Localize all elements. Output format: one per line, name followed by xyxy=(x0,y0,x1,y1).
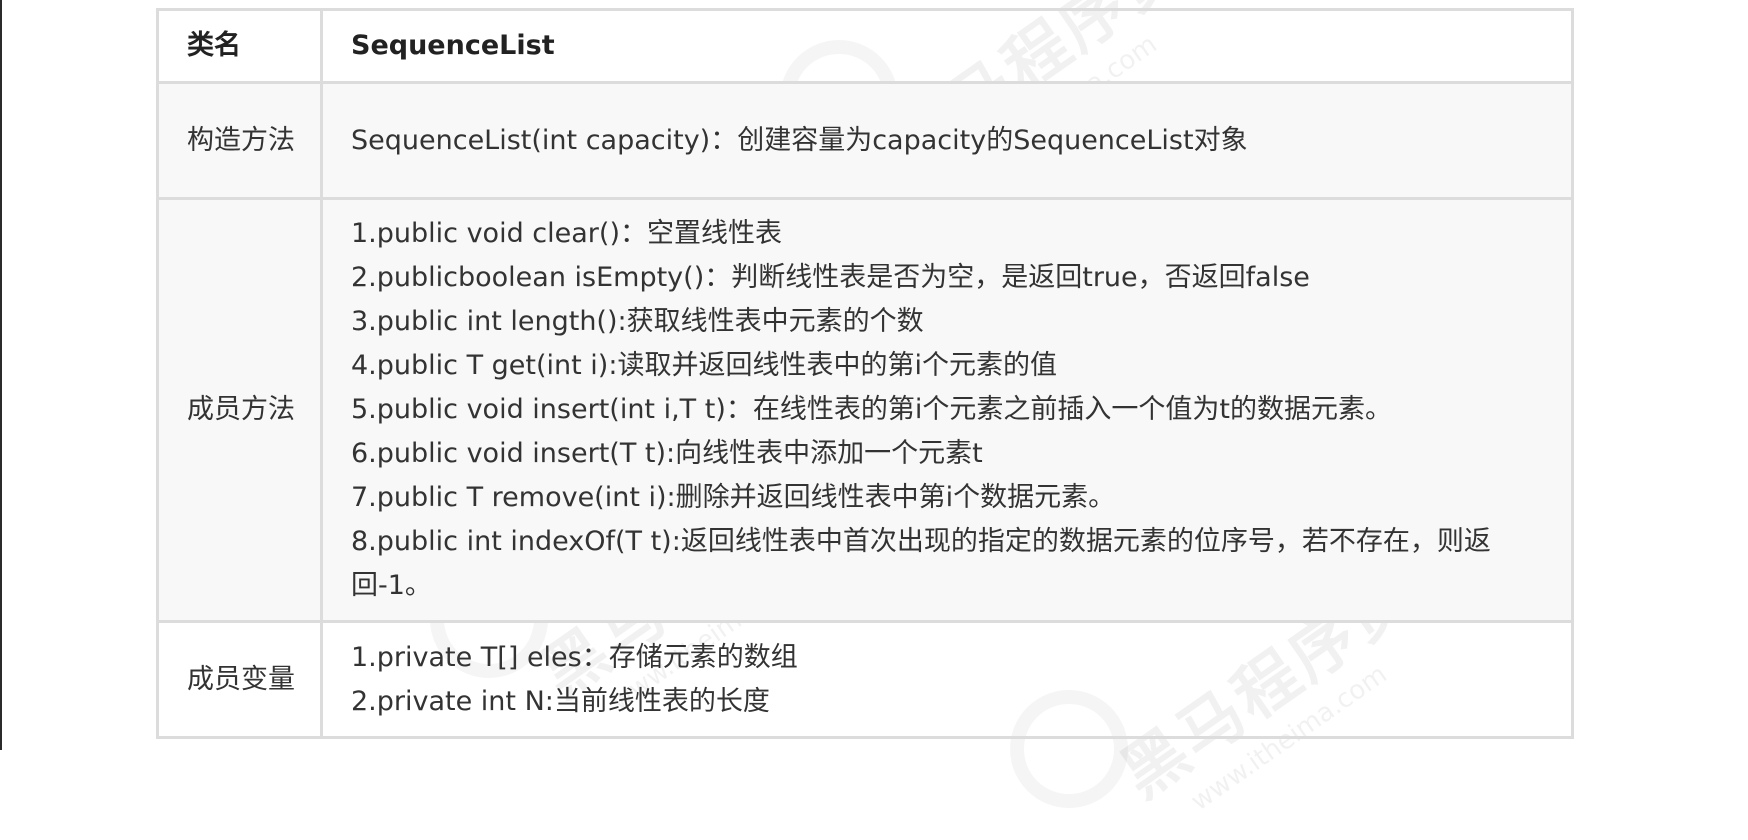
method-line: 7.public T remove(int i):删除并返回线性表中第i个数据元… xyxy=(351,482,1116,513)
method-line: 2.publicboolean isEmpty()：判断线性表是否为空，是返回t… xyxy=(351,262,1310,293)
class-name-value: SequenceList xyxy=(320,8,1574,84)
table-row-methods: 成员方法 1.public void clear()：空置线性表 2.publi… xyxy=(156,197,1574,623)
field-line: 1.private T[] eles：存储元素的数组 xyxy=(351,641,798,673)
table-row-constructor: 构造方法 SequenceList(int capacity)：创建容量为cap… xyxy=(156,81,1574,200)
methods-label: 成员方法 xyxy=(156,197,323,623)
fields-value: 1.private T[] eles：存储元素的数组 2.private int… xyxy=(320,620,1574,739)
method-line: 4.public T get(int i):读取并返回线性表中的第i个元素的值 xyxy=(351,350,1057,381)
method-line: 3.public int length():获取线性表中元素的个数 xyxy=(351,306,924,337)
fields-label: 成员变量 xyxy=(156,620,323,739)
method-line: 6.public void insert(T t):向线性表中添加一个元素t xyxy=(351,438,983,469)
field-line: 2.private int N:当前线性表的长度 xyxy=(351,685,770,717)
class-api-table: 类名 SequenceList 构造方法 SequenceList(int ca… xyxy=(156,8,1574,739)
window-left-edge xyxy=(0,0,2,750)
table-row-class-name: 类名 SequenceList xyxy=(156,8,1574,84)
class-name-label: 类名 xyxy=(156,8,323,84)
methods-value: 1.public void clear()：空置线性表 2.publicbool… xyxy=(320,197,1574,623)
constructor-value: SequenceList(int capacity)：创建容量为capacity… xyxy=(320,81,1574,200)
table-row-fields: 成员变量 1.private T[] eles：存储元素的数组 2.privat… xyxy=(156,620,1574,739)
constructor-label: 构造方法 xyxy=(156,81,323,200)
method-line: 8.public int indexOf(T t):返回线性表中首次出现的指定的… xyxy=(351,526,1491,601)
method-line: 5.public void insert(int i,T t)：在线性表的第i个… xyxy=(351,394,1392,425)
method-line: 1.public void clear()：空置线性表 xyxy=(351,218,782,249)
